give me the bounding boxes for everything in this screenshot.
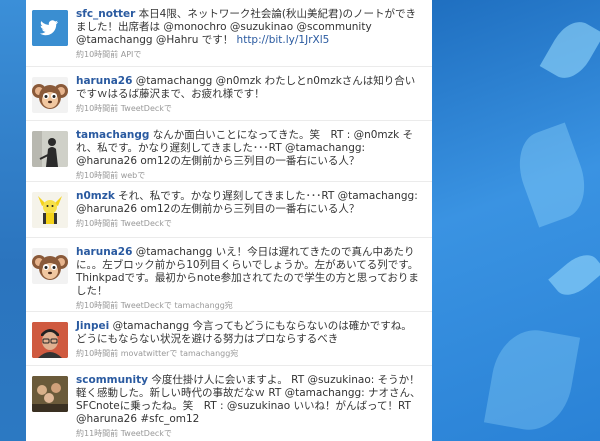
- tweet-item: n0mzk それ、私です。かなり遅刻してきました･･･RT @tamachang…: [26, 182, 432, 238]
- avatar[interactable]: [32, 131, 68, 167]
- background-leaf-decoration: [548, 247, 600, 303]
- tweet-meta[interactable]: 約10時間前 APIで: [76, 49, 422, 60]
- yellow-character-icon: [32, 192, 68, 228]
- tweet-item: haruna26 @tamachangg いえ！今日は遅れてきたので真ん中あたり…: [26, 238, 432, 312]
- tweet-text: それ、私です。かなり遅刻してきました･･･RT @tamachangg: @ha…: [76, 190, 418, 215]
- tweet-meta[interactable]: 約10時間前 movatwitterで tamachangg宛: [76, 348, 422, 359]
- tweet-meta[interactable]: 約10時間前 webで: [76, 170, 422, 181]
- avatar[interactable]: [32, 322, 68, 358]
- tweet-item: tamachangg なんか面白いことになってきた。笑 RT : @n0mzk …: [26, 121, 432, 182]
- monkey-mascot-icon: [32, 255, 68, 280]
- avatar[interactable]: [32, 10, 68, 46]
- avatar[interactable]: [32, 248, 68, 284]
- background-right: [432, 0, 600, 441]
- timeline-panel: sfc_notter 本日4限、ネットワーク社会論(秋山美紀君)のノートができま…: [26, 0, 432, 441]
- avatar[interactable]: [32, 192, 68, 228]
- tweet-meta[interactable]: 約10時間前 TweetDeckで: [76, 103, 422, 114]
- tweet-meta[interactable]: 約10時間前 TweetDeckで: [76, 218, 422, 229]
- tweet-meta[interactable]: 約10時間前 TweetDeckで tamachangg宛: [76, 300, 422, 311]
- monkey-mascot-icon: [32, 84, 68, 109]
- tweet-item: haruna26 @tamachangg @n0mzk わたしとn0mzkさんは…: [26, 67, 432, 121]
- tweet-username[interactable]: scommunity: [76, 374, 148, 386]
- tweet-text: @tamachangg 今言ってもどうにもならないのは確かですね。どうにもならな…: [76, 320, 412, 345]
- background-leaf-decoration: [539, 14, 600, 86]
- man-portrait-icon: [32, 322, 68, 358]
- silhouette-photo-icon: [32, 131, 68, 167]
- twitter-bird-icon: [32, 10, 68, 46]
- background-left: [0, 0, 26, 441]
- tweet-item: sfc_notter 本日4限、ネットワーク社会論(秋山美紀君)のノートができま…: [26, 0, 432, 67]
- tweet-username[interactable]: haruna26: [76, 246, 132, 258]
- tweet-link[interactable]: http://bit.ly/1JrXl5: [237, 34, 330, 46]
- avatar[interactable]: [32, 77, 68, 113]
- tweet-username[interactable]: haruna26: [76, 75, 132, 87]
- group-photo-icon: [32, 376, 68, 412]
- background-leaf-decoration: [508, 122, 596, 228]
- tweet-item: scommunity 今度仕掛け人に会いますよ。 RT @suzukinao: …: [26, 366, 432, 441]
- background-leaf-decoration: [483, 323, 581, 437]
- tweet-username[interactable]: n0mzk: [76, 190, 115, 202]
- tweet-username[interactable]: sfc_notter: [76, 8, 135, 20]
- tweet-username[interactable]: tamachangg: [76, 129, 149, 141]
- tweet-item: Jinpei @tamachangg 今言ってもどうにもならないのは確かですね。…: [26, 312, 432, 366]
- avatar[interactable]: [32, 376, 68, 412]
- tweet-username[interactable]: Jinpei: [76, 320, 109, 332]
- tweet-meta[interactable]: 約11時間前 TweetDeckで: [76, 428, 422, 439]
